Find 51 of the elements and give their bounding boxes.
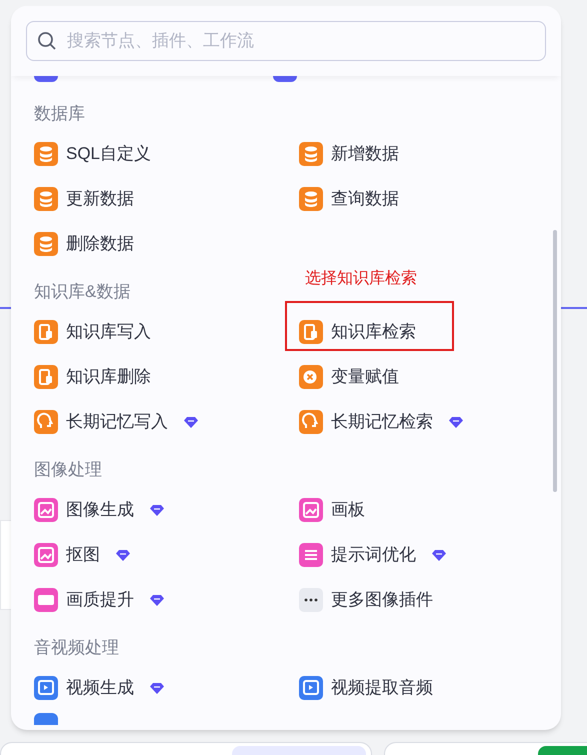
node-label: 查询数据 [331, 188, 399, 210]
node-label: 知识库检索 [331, 321, 416, 344]
node-label: 长期记忆写入 [66, 411, 168, 434]
node-label: 更多图像插件 [331, 589, 433, 612]
search-icon [37, 31, 57, 51]
node-label: 画板 [331, 499, 365, 522]
node-item[interactable]: 新增数据 [299, 137, 399, 171]
search-field[interactable]: 搜索节点、插件、工作流 [26, 21, 546, 61]
node-item[interactable]: 提示词优化 [299, 538, 446, 572]
node-item[interactable]: 长期记忆检索 [299, 405, 463, 439]
node-item[interactable]: SQL自定义 [34, 137, 152, 171]
section-heading: 图像处理 [34, 459, 102, 481]
node-label: 视频生成 [66, 677, 134, 700]
node-item[interactable]: 更多图像插件 [299, 583, 433, 617]
node-label: 知识库删除 [66, 366, 151, 388]
section-heading: 数据库 [34, 103, 85, 125]
node-item[interactable]: 视频生成 [34, 671, 164, 705]
node-label: 删除数据 [66, 233, 134, 256]
node-label: 图像生成 [66, 499, 134, 522]
node-label: 长期记忆检索 [331, 411, 433, 434]
toolbar-button[interactable] [232, 746, 366, 755]
node-label: SQL自定义 [66, 143, 152, 166]
node-label: 视频提取音频 [331, 677, 433, 700]
node-item[interactable]: 删除数据 [34, 227, 134, 261]
node-icon [34, 76, 58, 82]
node-label: 知识库写入 [66, 321, 151, 344]
node-item[interactable]: 知识库删除 [34, 360, 151, 394]
annotation-text: 选择知识库检索 [305, 268, 417, 289]
node-item[interactable]: 画质提升 [34, 583, 164, 617]
node-item[interactable]: 知识库检索 [299, 315, 416, 349]
node-item[interactable]: 图像生成 [34, 493, 164, 527]
node-label: 画质提升 [66, 589, 134, 612]
node-icon [273, 76, 297, 82]
node-label: 新增数据 [331, 143, 399, 166]
node-label: 提示词优化 [331, 544, 416, 566]
node-item[interactable]: 知识库写入 [34, 315, 151, 349]
section-heading: 知识库&数据 [34, 281, 130, 303]
node-icon [34, 713, 58, 725]
node-label: 变量赋值 [331, 366, 399, 388]
run-button[interactable] [538, 746, 587, 755]
node-item[interactable]: 画板 [299, 493, 365, 527]
node-item[interactable]: 长期记忆写入 [34, 405, 198, 439]
node-item[interactable]: 视频提取音频 [299, 671, 433, 705]
node-item[interactable]: 查询数据 [299, 182, 399, 216]
node-label: 抠图 [66, 544, 100, 566]
node-item[interactable]: 更新数据 [34, 182, 134, 216]
section-heading: 音视频处理 [34, 637, 119, 659]
node-item[interactable]: 变量赋值 [299, 360, 399, 394]
node-item[interactable]: 抠图 [34, 538, 130, 572]
node-label: 更新数据 [66, 188, 134, 210]
scrollbar[interactable] [553, 230, 557, 492]
